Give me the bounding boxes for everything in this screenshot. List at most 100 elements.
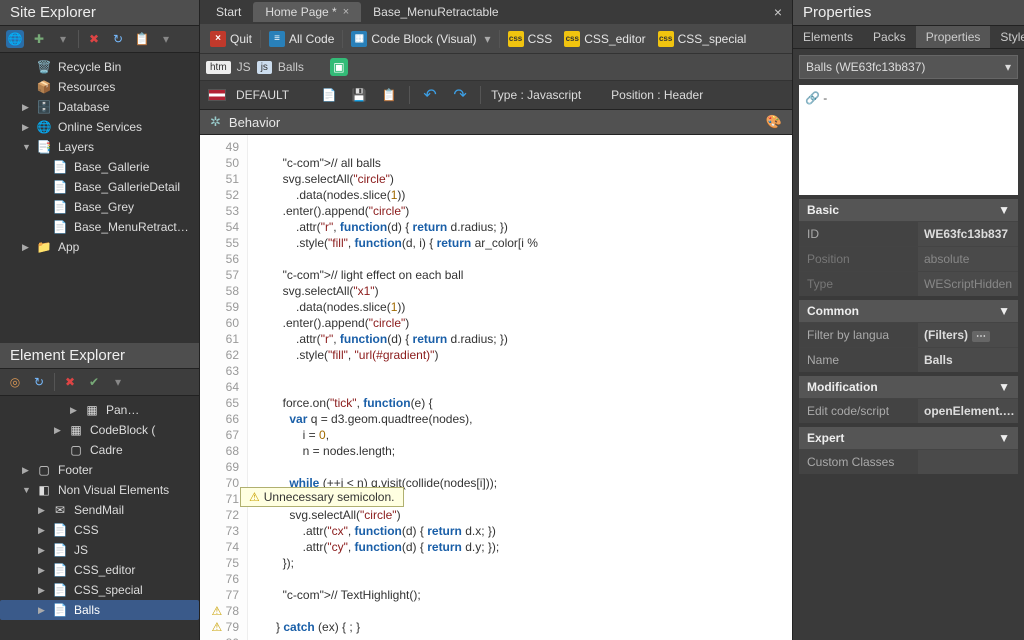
tree-item[interactable]: ▶📄CSS_special [0, 580, 199, 600]
section-modification[interactable]: Modification▼ [799, 376, 1018, 398]
section-basic[interactable]: Basic▼ [799, 199, 1018, 221]
chevron-down-icon[interactable]: ▾ [157, 30, 175, 48]
file-bar: htm JS js Balls ▣ [200, 54, 792, 81]
chevron-down-icon: ▾ [1005, 60, 1011, 74]
undo-icon[interactable]: ↶ [420, 85, 440, 105]
properties-tab[interactable]: Elements [793, 26, 863, 48]
properties-title: Properties [793, 0, 1024, 26]
tree-item[interactable]: ▶✉SendMail [0, 500, 199, 520]
section-common[interactable]: Common▼ [799, 300, 1018, 322]
add-icon[interactable]: ✚ [30, 30, 48, 48]
chevron-down-icon[interactable]: ▾ [109, 373, 127, 391]
check-icon[interactable]: ✔ [85, 373, 103, 391]
site-explorer-toolbar: 🌐 ✚ ▾ ✖ ↻ 📋 ▾ [0, 26, 199, 53]
behavior-bar: ✲ Behavior 🎨 [200, 110, 792, 135]
htm-chip[interactable]: htm [206, 61, 231, 74]
element-explorer-title: Element Explorer [0, 343, 199, 369]
properties-tab[interactable]: Styles [990, 26, 1024, 48]
element-tree: ▶▦Pan…▶▦CodeBlock (▢Cadre▶▢Footer▼◧Non V… [0, 396, 199, 640]
tree-item[interactable]: 📄Base_GallerieDetail [0, 177, 199, 197]
tree-item[interactable]: 📦Resources [0, 77, 199, 97]
palette-icon[interactable]: 🎨 [766, 114, 782, 130]
js-label: JS [237, 60, 251, 74]
position-label: Position : Header [611, 88, 703, 102]
prop-row-filter[interactable]: Filter by langua(Filters)⋯ [799, 322, 1018, 347]
all-code-button[interactable]: ≡All Code [265, 29, 338, 49]
properties-tabs: ElementsPacksPropertiesStyles [793, 26, 1024, 49]
element-selector[interactable]: Balls (WE63fc13b837)▾ [799, 55, 1018, 79]
action-bar: ×Quit ≡All Code ▦Code Block (Visual)▾ cs… [200, 24, 792, 54]
link-icon: 🔗 [805, 91, 820, 105]
close-tab-icon[interactable]: × [768, 4, 788, 20]
code-area[interactable]: "c-com">// all balls svg.selectAll("circ… [248, 135, 792, 640]
prop-row-name[interactable]: NameBalls [799, 347, 1018, 372]
tree-item[interactable]: 📄Base_MenuRetract… [0, 217, 199, 237]
save-icon[interactable]: 💾 [349, 85, 369, 105]
collapse-icon: ▼ [998, 380, 1010, 394]
new-icon[interactable]: 📄 [319, 85, 339, 105]
tree-item[interactable]: ▶📄CSS_editor [0, 560, 199, 580]
element-explorer-toolbar: ◎ ↻ ✖ ✔ ▾ [0, 369, 199, 396]
site-explorer-title: Site Explorer [0, 0, 199, 26]
default-label: DEFAULT [236, 88, 289, 102]
tree-item[interactable]: ▼📑Layers [0, 137, 199, 157]
image-icon[interactable]: ▣ [330, 58, 348, 76]
copy-icon[interactable]: 📋 [379, 85, 399, 105]
tree-item[interactable]: 🗑️Recycle Bin [0, 57, 199, 77]
separator [54, 373, 55, 391]
tree-item[interactable]: ▼◧Non Visual Elements [0, 480, 199, 500]
document-tab[interactable]: Start [204, 2, 253, 22]
collapse-icon: ▼ [998, 203, 1010, 217]
prop-row-custom[interactable]: Custom Classes [799, 449, 1018, 474]
more-icon[interactable]: ⋯ [972, 331, 990, 342]
globe-icon[interactable]: 🌐 [6, 30, 24, 48]
css-editor-button[interactable]: cssCSS_editor [560, 29, 649, 49]
flag-icon [208, 89, 226, 101]
redo-icon[interactable]: ↷ [450, 85, 470, 105]
refresh-icon[interactable]: ↻ [30, 373, 48, 391]
balls-label: Balls [278, 60, 304, 74]
properties-tab[interactable]: Packs [863, 26, 916, 48]
section-expert[interactable]: Expert▼ [799, 427, 1018, 449]
js-chip[interactable]: js [257, 61, 272, 74]
tree-item[interactable]: ▢Cadre [0, 440, 199, 460]
prop-row-id: IDWE63fc13b837 [799, 221, 1018, 246]
warning-icon: ⚠ [249, 490, 260, 504]
chevron-down-icon[interactable]: ▾ [54, 30, 72, 48]
tree-item[interactable]: ▶📁App [0, 237, 199, 257]
target-icon[interactable]: ◎ [6, 373, 24, 391]
gear-icon: ✲ [210, 114, 221, 130]
document-tabs: StartHome Page *×Base_MenuRetractable × [200, 0, 792, 24]
refresh-icon[interactable]: ↻ [109, 30, 127, 48]
css-special-button[interactable]: cssCSS_special [654, 29, 751, 49]
tree-item[interactable]: 📄Base_Grey [0, 197, 199, 217]
delete-icon[interactable]: ✖ [61, 373, 79, 391]
document-tab[interactable]: Base_MenuRetractable [361, 2, 510, 22]
css-button[interactable]: cssCSS [504, 29, 557, 49]
type-label: Type : Javascript [491, 88, 581, 102]
prop-row-position: Positionabsolute [799, 246, 1018, 271]
document-tab[interactable]: Home Page *× [253, 2, 361, 22]
tree-item[interactable]: ▶📄JS [0, 540, 199, 560]
tree-item[interactable]: ▶🌐Online Services [0, 117, 199, 137]
delete-icon[interactable]: ✖ [85, 30, 103, 48]
copy-icon[interactable]: 📋 [133, 30, 151, 48]
quit-button[interactable]: ×Quit [206, 29, 256, 49]
tree-item[interactable]: ▶▢Footer [0, 460, 199, 480]
tree-item[interactable]: ▶▦Pan… [0, 400, 199, 420]
collapse-icon: ▼ [998, 431, 1010, 445]
tree-item[interactable]: ▶🗄️Database [0, 97, 199, 117]
code-block-button[interactable]: ▦Code Block (Visual)▾ [347, 29, 494, 49]
tree-item[interactable]: ▶📄Balls [0, 600, 199, 620]
tree-item[interactable]: ▶▦CodeBlock ( [0, 420, 199, 440]
code-editor[interactable]: 49 50 51 52 53 54 55 56 57 58 59 60 61 6… [200, 135, 792, 640]
close-icon[interactable]: × [343, 6, 349, 18]
tree-item[interactable]: ▶📄CSS [0, 520, 199, 540]
tree-item[interactable]: 📄Base_Gallerie [0, 157, 199, 177]
behavior-label: Behavior [229, 115, 280, 130]
collapse-icon: ▼ [998, 304, 1010, 318]
prop-row-type: TypeWEScriptHidden [799, 271, 1018, 296]
properties-tab[interactable]: Properties [916, 26, 991, 48]
warning-tooltip: ⚠ Unnecessary semicolon. [240, 487, 404, 507]
prop-row-edit[interactable]: Edit code/scriptopenElement.…⋯ [799, 398, 1018, 423]
